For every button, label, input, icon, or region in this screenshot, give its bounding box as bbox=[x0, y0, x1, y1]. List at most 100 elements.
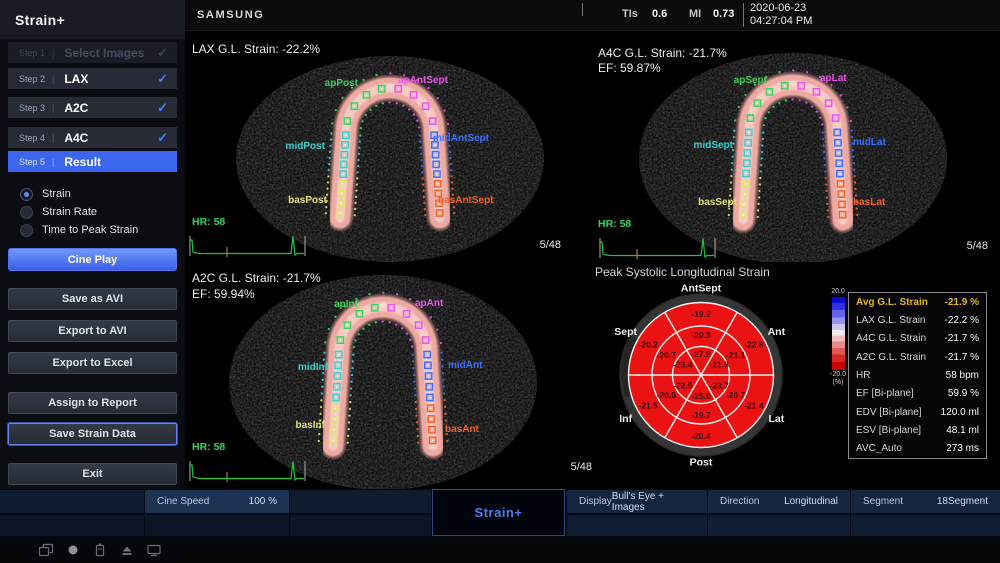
contour-dot bbox=[357, 171, 359, 173]
segment-label-apAntSept: apAntSept bbox=[398, 75, 449, 86]
step-label: LAX bbox=[64, 72, 88, 86]
page-title: Strain+ bbox=[15, 12, 65, 28]
sidebar-step-a4c[interactable]: Step 4|A4C✓ bbox=[8, 127, 177, 148]
mode-strain-button[interactable]: Strain+ bbox=[432, 489, 565, 536]
tracking-marker-center bbox=[744, 193, 746, 195]
result-value: 59.9 % bbox=[948, 388, 979, 399]
exit-button[interactable]: Exit bbox=[8, 463, 177, 485]
contour-dot bbox=[799, 99, 801, 101]
export-to-excel-button[interactable]: Export to Excel bbox=[8, 352, 177, 374]
contour-dot bbox=[827, 216, 829, 218]
segment-control[interactable]: Segment18Segment bbox=[851, 490, 1000, 513]
contour-dot bbox=[442, 379, 444, 381]
contour-dot bbox=[453, 212, 455, 214]
radio-strain-rate[interactable]: Strain Rate bbox=[20, 204, 180, 220]
save-strain-data-button[interactable]: Save Strain Data bbox=[8, 423, 177, 445]
tracking-marker-center bbox=[436, 173, 438, 175]
segment-label-midInf: midInf bbox=[298, 362, 329, 373]
contour-dot bbox=[854, 181, 856, 183]
contour-dot bbox=[447, 123, 449, 125]
frame-counter: 5/48 bbox=[485, 239, 561, 251]
assign-to-report-button[interactable]: Assign to Report bbox=[8, 392, 177, 414]
contour-dot bbox=[389, 72, 391, 74]
contour-dot bbox=[356, 183, 358, 185]
sidebar-step-lax[interactable]: Step 2|LAX✓ bbox=[8, 68, 177, 89]
tracking-marker-center bbox=[428, 386, 430, 388]
result-label: A2C G.L. Strain bbox=[856, 352, 926, 363]
contour-dot bbox=[422, 190, 424, 192]
tracking-marker-center bbox=[425, 339, 427, 341]
contour-dot bbox=[330, 138, 332, 140]
contour-dot bbox=[757, 209, 759, 211]
contour-dot bbox=[347, 442, 349, 444]
contour-dot bbox=[442, 372, 444, 374]
tracking-marker-center bbox=[342, 173, 344, 175]
contour-dot bbox=[449, 157, 451, 159]
contour-dot bbox=[347, 428, 349, 430]
contour-dot bbox=[852, 149, 854, 151]
sidebar-step-result[interactable]: Step 5|Result bbox=[8, 151, 177, 172]
direction-control[interactable]: DirectionLongitudinal bbox=[708, 490, 850, 513]
contour-dot bbox=[822, 138, 824, 140]
display-control[interactable]: DisplayBull's Eye + Images bbox=[567, 490, 707, 513]
result-value: 58 bpm bbox=[946, 370, 979, 381]
contour-dot bbox=[382, 320, 384, 322]
contour-dot bbox=[449, 151, 451, 153]
segment-label-apAnt: apAnt bbox=[415, 298, 444, 309]
tracking-marker-center bbox=[835, 117, 837, 119]
tracking-marker-center bbox=[343, 164, 345, 166]
bullseye-value-basal-Inf: -21.5 bbox=[638, 401, 658, 411]
contour-dot bbox=[446, 440, 448, 442]
heart-rate-value: HR: 58 bbox=[192, 216, 225, 228]
contour-dot bbox=[353, 346, 355, 348]
contour-dot bbox=[331, 122, 333, 124]
tracking-marker-center bbox=[344, 154, 346, 156]
bullseye-value-basal-Ant: -22.8 bbox=[744, 340, 764, 350]
result-label: ESV [Bi-plane] bbox=[856, 425, 921, 436]
result-label: HR bbox=[856, 370, 870, 381]
contour-dot bbox=[395, 323, 397, 325]
contour-dot bbox=[759, 183, 761, 185]
contour-dot bbox=[415, 414, 417, 416]
tracking-marker-center bbox=[425, 105, 427, 107]
sidebar-step-a2c[interactable]: Step 3|A2C✓ bbox=[8, 97, 177, 118]
radio-strain[interactable]: Strain bbox=[20, 186, 180, 202]
radio-time-to-peak-strain[interactable]: Time to Peak Strain bbox=[20, 222, 180, 238]
contour-dot bbox=[396, 102, 398, 104]
tracking-marker-center bbox=[359, 313, 361, 315]
tracking-marker-center bbox=[743, 214, 745, 216]
view-title: A2C G.L. Strain: -21.7% bbox=[192, 271, 321, 285]
sidebar-step-select-images[interactable]: Step 1|Select Images✓ bbox=[8, 42, 177, 63]
monitor-icon bbox=[146, 542, 162, 558]
cine-play-button[interactable]: Cine Play bbox=[8, 248, 177, 271]
bullseye-value-basal-Lat: -21.4 bbox=[744, 401, 764, 411]
tracking-marker-center bbox=[334, 418, 336, 420]
tracking-marker-center bbox=[769, 91, 771, 93]
contour-dot bbox=[441, 365, 443, 367]
contour-dot bbox=[760, 157, 762, 159]
radio-label: Strain bbox=[42, 188, 71, 200]
segment-label-basAntSept: basAntSept bbox=[438, 195, 494, 206]
export-to-avi-button[interactable]: Export to AVI bbox=[8, 320, 177, 342]
contour-dot bbox=[420, 159, 422, 161]
contour-dot bbox=[413, 114, 415, 116]
step-separator: | bbox=[52, 133, 54, 143]
heart-rate-value: HR: 58 bbox=[598, 218, 631, 230]
tracking-marker-center bbox=[750, 117, 752, 119]
contour-dot bbox=[768, 111, 770, 113]
result-label: AVC_Auto bbox=[856, 443, 902, 454]
colorbar-min-label: -20.0 bbox=[827, 371, 849, 379]
cine-speed-control[interactable]: Cine Speed100 % bbox=[145, 490, 289, 513]
save-as-avi-button[interactable]: Save as AVI bbox=[8, 288, 177, 310]
bullseye-sector-label-Ant: Ant bbox=[768, 326, 786, 338]
segment-label-midAnt: midAnt bbox=[448, 360, 483, 371]
contour-dot bbox=[325, 212, 327, 214]
contour-dot bbox=[416, 120, 418, 122]
table-row: EDV [Bi-plane]120.0 ml bbox=[849, 403, 986, 421]
tracking-marker-center bbox=[431, 429, 433, 431]
step-separator: | bbox=[52, 74, 54, 84]
contour-dot bbox=[850, 120, 852, 122]
contour-dot bbox=[824, 170, 826, 172]
tracking-marker-center bbox=[784, 85, 786, 87]
tracking-marker-center bbox=[838, 152, 840, 154]
